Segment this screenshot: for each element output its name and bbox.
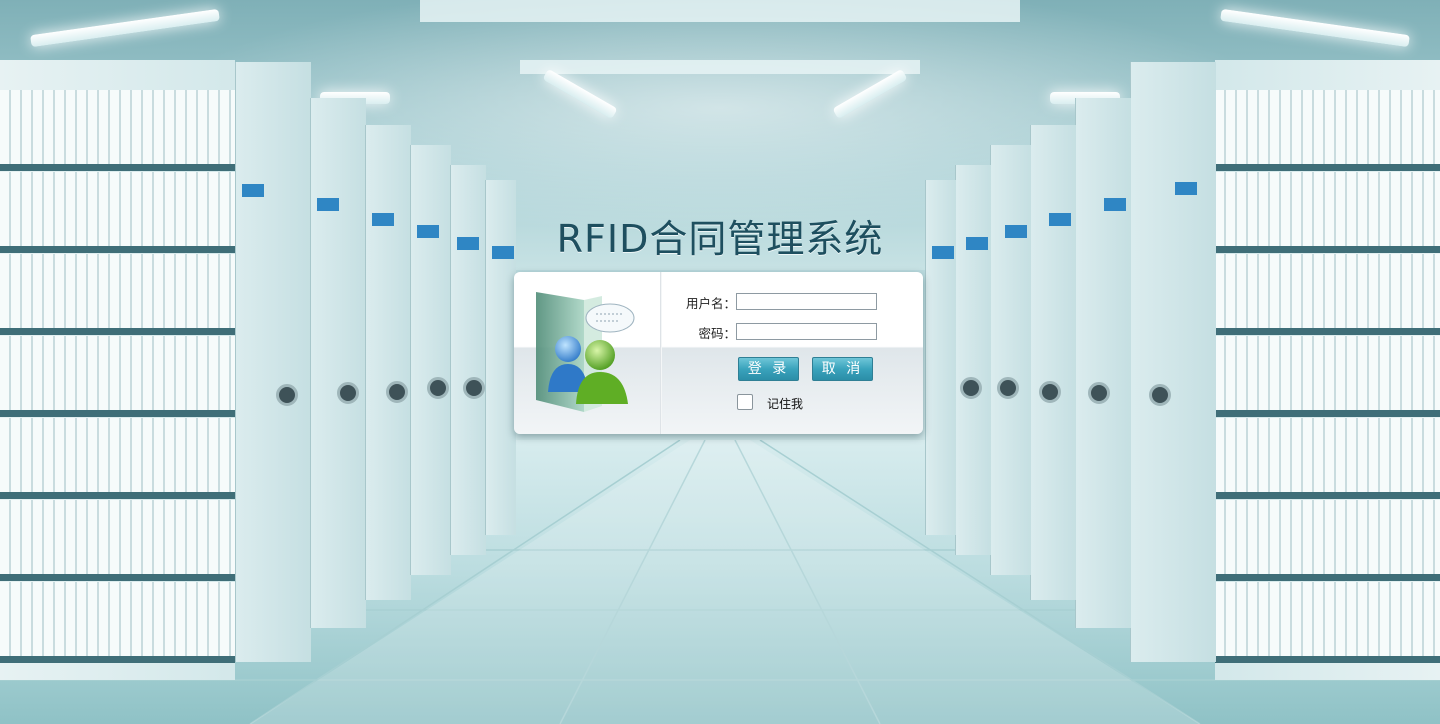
remember-me-checkbox[interactable]	[737, 394, 753, 410]
cancel-button[interactable]: 取 消	[812, 357, 873, 381]
password-input[interactable]	[736, 323, 877, 340]
remember-me-label: 记住我	[767, 397, 804, 411]
mobile-cabinet	[1030, 125, 1076, 600]
archive-shelf-right	[1215, 60, 1440, 680]
users-icon	[514, 272, 660, 434]
app-title: RFID合同管理系统	[556, 217, 884, 261]
mobile-cabinet	[1075, 98, 1131, 628]
mobile-cabinet	[365, 125, 411, 600]
mobile-cabinet	[310, 98, 366, 628]
login-button[interactable]: 登 录	[738, 357, 799, 381]
username-input[interactable]	[736, 293, 877, 310]
password-label: 密码：	[698, 326, 736, 341]
login-panel: 用户名： 密码： 登 录 取 消 记住我	[514, 272, 923, 434]
mobile-cabinet	[235, 62, 311, 662]
username-label: 用户名：	[685, 296, 736, 311]
panel-divider	[660, 272, 662, 434]
login-screen: RFID合同管理系统 用户名： 密码： 登 录 取 消 记住我	[0, 0, 1440, 724]
mobile-cabinet	[1130, 62, 1216, 662]
archive-shelf-left	[0, 60, 235, 680]
